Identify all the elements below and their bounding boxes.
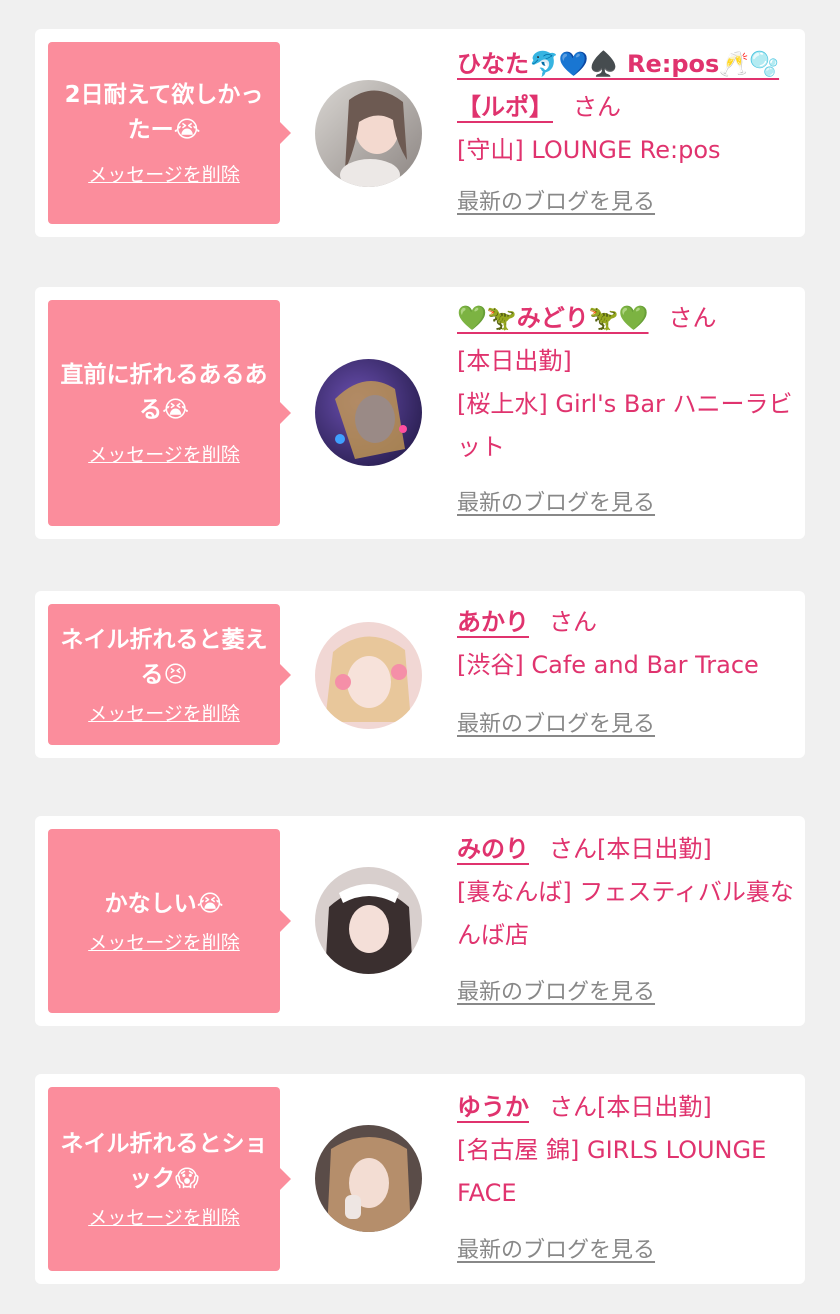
shop-line: [渋谷] Cafe and Bar Trace	[457, 651, 759, 679]
honorific: さん	[549, 608, 597, 636]
status-line: [本日出勤]	[457, 347, 572, 375]
shop-line: [守山] LOUNGE Re:pos	[457, 136, 721, 164]
avatar-image	[315, 622, 422, 729]
delete-message-link[interactable]: メッセージを削除	[88, 1205, 240, 1231]
message-card: ネイル折れるとショック😱 メッセージを削除 ゆうか さん[本日出勤] [名古屋 錦…	[35, 1074, 805, 1284]
delete-message-link[interactable]: メッセージを削除	[88, 930, 240, 956]
cast-info: ひなた🐬💙♠️ Re:pos🥂🫧【ルポ】 さん [守山] LOUNGE Re:po…	[457, 43, 797, 172]
message-text: ネイル折れると萎える😣	[60, 626, 268, 688]
message-text: 直前に折れるあるある😭	[60, 362, 268, 423]
cast-info: 💚🦖みどり🦖💚 さん [本日出勤] [桜上水] Girl's Bar ハニーラビッ…	[457, 297, 797, 469]
avatar-image	[315, 80, 422, 187]
avatar[interactable]	[315, 622, 422, 729]
cast-name-link[interactable]: 💚🦖みどり🦖💚	[457, 304, 649, 332]
shop-line: [名古屋 錦] GIRLS LOUNGE FACE	[457, 1136, 767, 1207]
status-inline: [本日出勤]	[597, 835, 712, 863]
delete-message-link[interactable]: メッセージを削除	[88, 162, 240, 188]
avatar[interactable]	[315, 1125, 422, 1232]
message-text: 2日耐えて欲しかったー😭	[64, 82, 264, 143]
honorific: さん	[549, 835, 597, 863]
message-card: 2日耐えて欲しかったー😭 メッセージを削除 ひなた🐬💙♠️ Re:pos🥂🫧【ル…	[35, 29, 805, 237]
message-text: ネイル折れるとショック😱	[60, 1131, 268, 1192]
cast-info: ゆうか さん[本日出勤] [名古屋 錦] GIRLS LOUNGE FACE	[457, 1086, 797, 1215]
message-text: かなしい😭	[104, 890, 224, 917]
cast-name-link[interactable]: みのり	[457, 835, 529, 863]
honorific: さん	[573, 93, 621, 121]
avatar-image	[315, 359, 422, 466]
avatar-image	[315, 1125, 422, 1232]
latest-blog-link[interactable]: 最新のブログを見る	[457, 710, 655, 740]
honorific: さん	[668, 304, 717, 332]
avatar[interactable]	[315, 867, 422, 974]
message-bubble: 直前に折れるあるある😭 メッセージを削除	[48, 300, 291, 526]
latest-blog-link[interactable]: 最新のブログを見る	[457, 188, 655, 218]
honorific: さん	[549, 1093, 597, 1121]
message-bubble: ネイル折れるとショック😱 メッセージを削除	[48, 1087, 291, 1271]
avatar[interactable]	[315, 80, 422, 187]
shop-line: [裏なんば] フェスティバル裏なんば店	[457, 878, 794, 949]
message-card: ネイル折れると萎える😣 メッセージを削除 あかり さん [渋谷] Cafe and…	[35, 591, 805, 758]
avatar-image	[315, 867, 422, 974]
delete-message-link[interactable]: メッセージを削除	[88, 442, 240, 468]
message-bubble: 2日耐えて欲しかったー😭 メッセージを削除	[48, 42, 291, 224]
message-card: かなしい😭 メッセージを削除 みのり さん[本日出勤] [裏なんば] フェスティバ…	[35, 816, 805, 1026]
cast-name-link[interactable]: ゆうか	[457, 1093, 529, 1121]
status-inline: [本日出勤]	[597, 1093, 712, 1121]
message-bubble: かなしい😭 メッセージを削除	[48, 829, 291, 1013]
delete-message-link[interactable]: メッセージを削除	[88, 701, 240, 727]
latest-blog-link[interactable]: 最新のブログを見る	[457, 489, 655, 519]
cast-info: あかり さん [渋谷] Cafe and Bar Trace	[457, 601, 797, 687]
cast-info: みのり さん[本日出勤] [裏なんば] フェスティバル裏なんば店	[457, 828, 797, 957]
cast-name-link[interactable]: あかり	[457, 608, 529, 636]
message-card: 直前に折れるあるある😭 メッセージを削除 💚🦖みどり🦖💚 さん [本日出勤] [桜…	[35, 287, 805, 539]
avatar[interactable]	[315, 359, 422, 466]
shop-line: [桜上水] Girl's Bar ハニーラビット	[457, 390, 793, 461]
latest-blog-link[interactable]: 最新のブログを見る	[457, 1236, 655, 1266]
message-bubble: ネイル折れると萎える😣 メッセージを削除	[48, 604, 291, 745]
latest-blog-link[interactable]: 最新のブログを見る	[457, 978, 655, 1008]
